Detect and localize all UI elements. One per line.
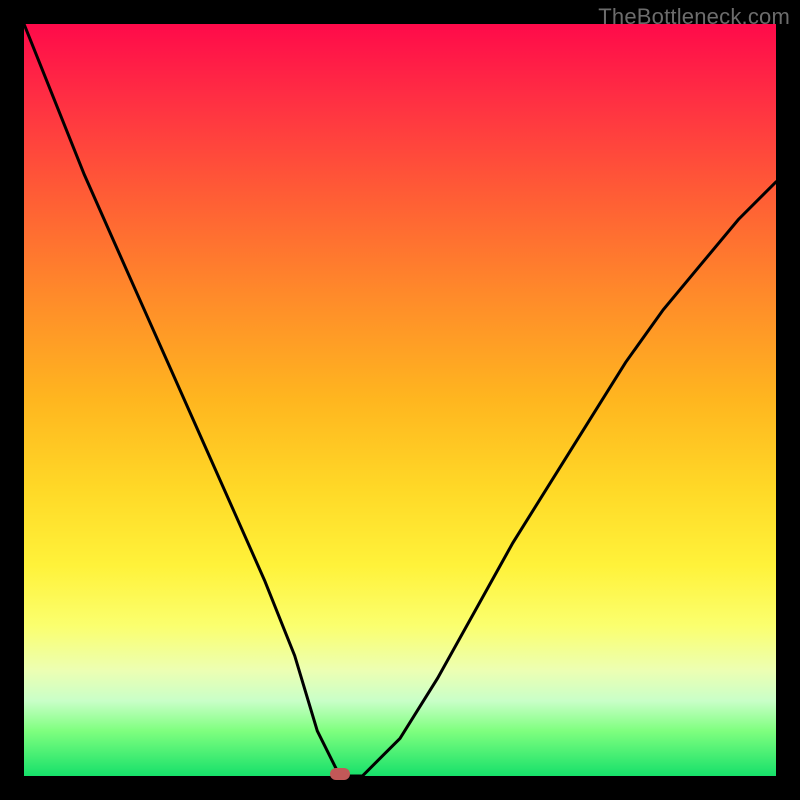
bottleneck-curve [24, 24, 776, 776]
optimal-marker [330, 768, 350, 780]
chart-frame: TheBottleneck.com [0, 0, 800, 800]
plot-area [24, 24, 776, 776]
